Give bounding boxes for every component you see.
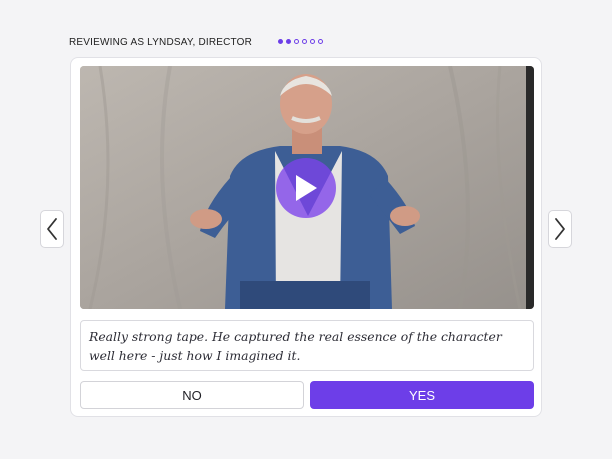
chevron-right-icon [555, 218, 565, 240]
pagination-dot[interactable] [294, 39, 299, 44]
reviewer-label: REVIEWING AS LYNDSAY, DIRECTOR [69, 37, 253, 48]
play-icon [296, 175, 317, 201]
chevron-left-icon [47, 218, 57, 240]
no-button[interactable]: NO [80, 381, 304, 409]
pagination-dot[interactable] [286, 39, 291, 44]
pagination-dot[interactable] [310, 39, 315, 44]
next-button[interactable] [548, 210, 572, 248]
review-comment[interactable]: Really strong tape. He captured the real… [80, 320, 534, 371]
review-card: Really strong tape. He captured the real… [70, 57, 542, 417]
pagination-dot[interactable] [278, 39, 283, 44]
pagination-dots [278, 39, 323, 44]
previous-button[interactable] [40, 210, 64, 248]
yes-button[interactable]: YES [310, 381, 534, 409]
play-button[interactable] [276, 158, 336, 218]
video-player[interactable] [80, 66, 534, 309]
pagination-dot[interactable] [318, 39, 323, 44]
pagination-dot[interactable] [302, 39, 307, 44]
